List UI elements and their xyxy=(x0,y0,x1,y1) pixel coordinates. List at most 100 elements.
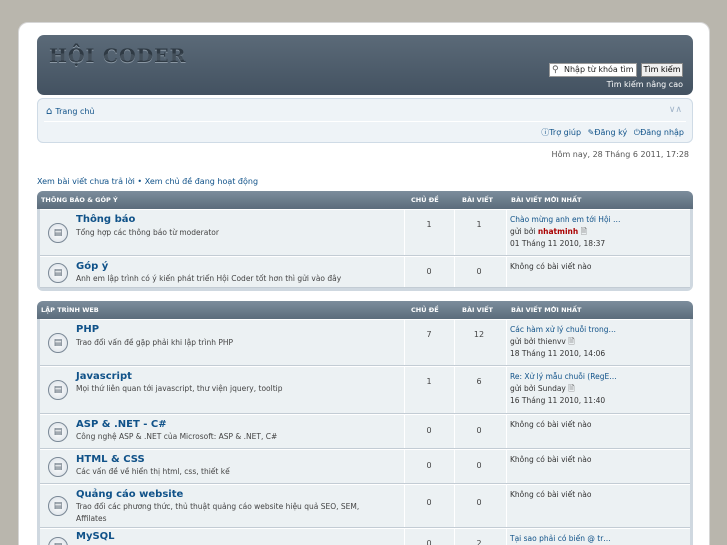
post-count: 12 xyxy=(473,330,485,339)
last-post-title[interactable]: Re: Xử lý mẫu chuỗi (RegE… xyxy=(510,371,617,383)
category-title[interactable]: THÔNG BÁO & GÓP Ý xyxy=(41,196,118,204)
search-input-text: Nhập từ khóa tìm k xyxy=(564,65,637,74)
site-header: HỘI CODER HỘI CODER ⚲ Nhập từ khóa tìm k… xyxy=(37,35,693,95)
last-post-author[interactable]: Sunday xyxy=(538,384,566,393)
forum-description: Trao đổi các phương thức, thủ thuật quản… xyxy=(76,502,360,523)
last-post-title[interactable]: Các hàm xử lý chuỗi trong… xyxy=(510,324,616,336)
column-divider xyxy=(454,367,455,413)
forum-read-icon: ▤ xyxy=(48,380,68,400)
home-link[interactable]: Trang chủ xyxy=(55,107,94,116)
topic-count: 0 xyxy=(426,539,432,545)
last-post-author[interactable]: nhatminh xyxy=(538,227,578,236)
forum-title[interactable]: PHP xyxy=(76,324,99,335)
help-link[interactable]: Trợ giúp xyxy=(549,128,581,137)
column-divider xyxy=(506,529,507,545)
forum-row: ▤ HTML & CSS Các vấn đề về hiển thị html… xyxy=(40,449,690,484)
last-post: Chào mừng anh em tới Hội … gửi bởi nhatm… xyxy=(510,214,621,250)
last-post-title: Không có bài viết nào xyxy=(510,420,592,429)
forum-read-icon: ▤ xyxy=(48,263,68,283)
last-post-time: 01 Tháng 11 2010, 18:37 xyxy=(510,239,606,248)
forum-description: Các vấn đề về hiển thị html, css, thiết … xyxy=(76,467,230,476)
help-icon: ⓘ xyxy=(541,128,550,137)
post-count: 0 xyxy=(476,461,482,470)
view-latest-post-icon[interactable]: 🗎 xyxy=(568,337,574,346)
last-post: Tại sao phải có biến @ tr… xyxy=(510,533,611,545)
column-topics: CHỦ ĐỀ xyxy=(411,306,439,314)
topic-count: 0 xyxy=(426,461,432,470)
post-count: 6 xyxy=(476,377,482,386)
home-icon: ⌂ xyxy=(46,106,53,117)
forum-title[interactable]: MySQL xyxy=(76,531,115,542)
navbar: ⌂ Trang chủ ∨∧ ⓘTrợ giúp ✎Đăng ký ⏻Đăng n… xyxy=(37,98,693,143)
last-post-title[interactable]: Tại sao phải có biến @ tr… xyxy=(510,533,611,545)
forum-read-icon: ▤ xyxy=(48,422,68,442)
last-post: Không có bài viết nào xyxy=(510,261,591,273)
column-divider xyxy=(506,450,507,483)
category-announcements: THÔNG BÁO & GÓP Ý CHỦ ĐỀ BÀI VIẾT BÀI VI… xyxy=(37,191,693,291)
topic-count: 0 xyxy=(426,267,432,276)
forum-title[interactable]: Góp ý xyxy=(76,261,108,272)
column-divider xyxy=(506,485,507,527)
column-divider xyxy=(506,415,507,448)
last-post: Không có bài viết nào xyxy=(510,419,591,431)
post-count: 0 xyxy=(476,498,482,507)
last-post-title[interactable]: Chào mừng anh em tới Hội … xyxy=(510,214,621,226)
forum-row: ▤ Thông báo Tổng hợp các thông báo từ mo… xyxy=(40,209,690,256)
column-last-post: BÀI VIẾT MỚI NHẤT xyxy=(511,196,582,204)
last-post: Các hàm xử lý chuỗi trong… gửi bởi thien… xyxy=(510,324,616,360)
register-link[interactable]: Đăng ký xyxy=(594,128,627,137)
forum-read-icon: ▤ xyxy=(48,496,68,516)
last-post-by: gửi bởi xyxy=(510,227,536,236)
view-latest-post-icon[interactable]: 🗎 xyxy=(581,227,587,236)
column-divider xyxy=(454,210,455,255)
forum-read-icon: ▤ xyxy=(48,537,68,545)
forum-title[interactable]: Javascript xyxy=(76,371,132,382)
topic-count: 0 xyxy=(426,498,432,507)
column-last-post: BÀI VIẾT MỚI NHẤT xyxy=(511,306,582,314)
login-link[interactable]: Đăng nhập xyxy=(640,128,684,137)
last-post: Re: Xử lý mẫu chuỗi (RegE… gửi bởi Sunda… xyxy=(510,371,617,407)
advanced-search-link[interactable]: Tìm kiếm nâng cao xyxy=(607,80,683,89)
forum-title[interactable]: HTML & CSS xyxy=(76,454,145,465)
column-posts: BÀI VIẾT xyxy=(462,306,493,314)
post-count: 0 xyxy=(476,426,482,435)
last-post-time: 16 Tháng 11 2010, 11:40 xyxy=(510,396,606,405)
forum-row: ▤ Góp ý Anh em lập trình có ý kiến phát … xyxy=(40,256,690,288)
unanswered-posts-link[interactable]: Xem bài viết chưa trả lời xyxy=(37,177,135,186)
last-post-title: Không có bài viết nào xyxy=(510,455,592,464)
last-post: Không có bài viết nào xyxy=(510,489,591,501)
search-button[interactable]: Tìm kiếm xyxy=(641,63,683,77)
link-separator: • xyxy=(134,177,145,186)
view-latest-post-icon[interactable]: 🗎 xyxy=(568,384,574,393)
forum-description: Trao đổi vấn đề gặp phải khi lập trình P… xyxy=(76,338,234,347)
active-topics-link[interactable]: Xem chủ đề đang hoạt động xyxy=(145,177,258,186)
forum-description: Mọi thứ liên quan tới javascript, thư vi… xyxy=(76,384,283,393)
forum-description: Công nghệ ASP & .NET của Microsoft: ASP … xyxy=(76,432,278,441)
category-title[interactable]: LẬP TRÌNH WEB xyxy=(41,306,99,314)
category-web-programming: LẬP TRÌNH WEB CHỦ ĐỀ BÀI VIẾT BÀI VIẾT M… xyxy=(37,301,693,545)
topic-count: 7 xyxy=(426,330,432,339)
column-topics: CHỦ ĐỀ xyxy=(411,196,439,204)
forum-read-icon: ▤ xyxy=(48,333,68,353)
column-posts: BÀI VIẾT xyxy=(462,196,493,204)
search-input[interactable]: ⚲ Nhập từ khóa tìm k xyxy=(549,63,637,77)
last-post-title: Không có bài viết nào xyxy=(510,262,592,271)
forum-read-icon: ▤ xyxy=(48,457,68,477)
last-post-author[interactable]: thienvv xyxy=(538,337,566,346)
post-count: 2 xyxy=(476,539,482,545)
search-icon: ⚲ xyxy=(552,65,559,75)
collapse-icon[interactable]: ∨∧ xyxy=(669,105,682,115)
column-divider xyxy=(404,320,405,365)
last-post: Không có bài viết nào xyxy=(510,454,591,466)
breadcrumb[interactable]: ⌂ Trang chủ xyxy=(46,106,95,117)
forum-title[interactable]: ASP & .NET - C# xyxy=(76,419,167,430)
topic-count: 0 xyxy=(426,426,432,435)
forum-title[interactable]: Thông báo xyxy=(76,214,135,225)
nav-divider xyxy=(44,121,686,122)
post-count: 1 xyxy=(476,220,482,229)
forum-title[interactable]: Quảng cáo website xyxy=(76,489,183,500)
user-links: ⓘTrợ giúp ✎Đăng ký ⏻Đăng nhập xyxy=(537,127,684,138)
quick-links: Xem bài viết chưa trả lời • Xem chủ đề đ… xyxy=(37,177,258,186)
column-divider xyxy=(454,320,455,365)
post-count: 0 xyxy=(476,267,482,276)
